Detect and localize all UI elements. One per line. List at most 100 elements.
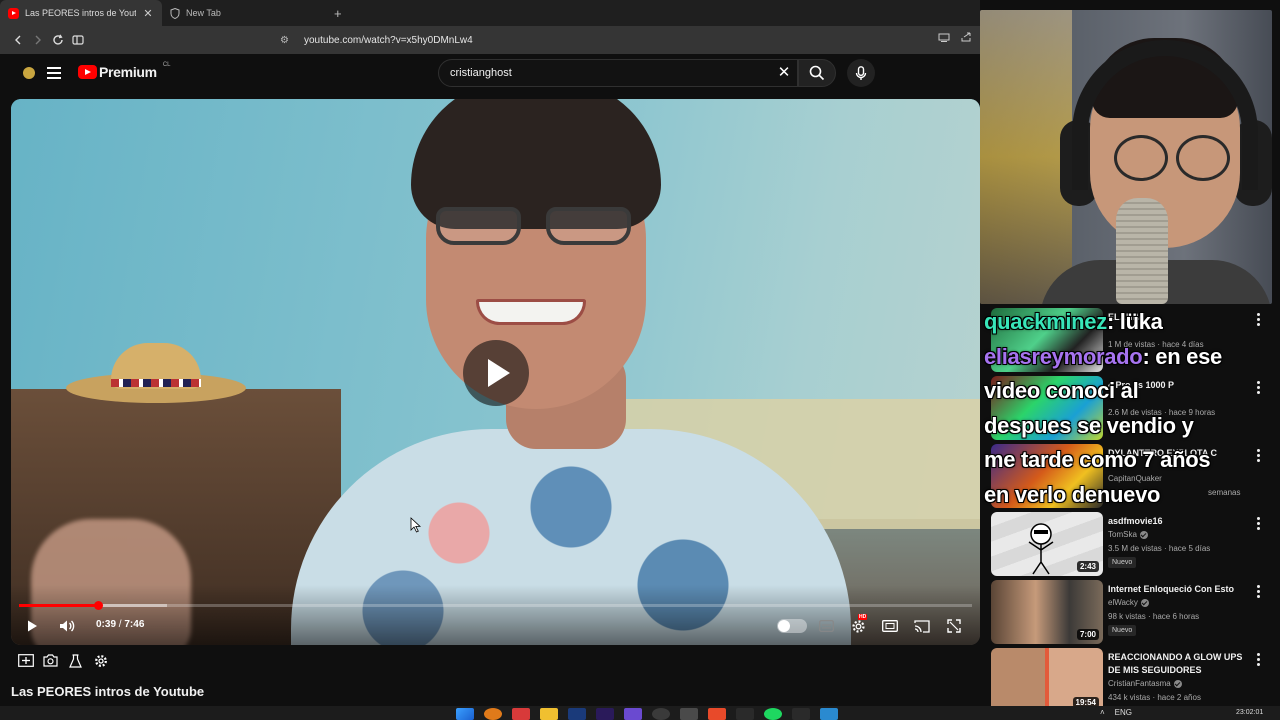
channel-name: elWacky [1108,598,1149,607]
search-button[interactable] [798,59,836,87]
tab-new-tab[interactable]: New Tab [162,0,324,26]
app-icon[interactable] [736,708,754,720]
menu-icon[interactable] [47,67,61,79]
country-code: CL [162,62,171,68]
reader-mode-icon[interactable] [938,31,950,43]
chat-username: quackminez [984,309,1107,334]
recommendation-meta: 98 k vistas · hace 6 horas [1108,612,1200,621]
address-bar-actions [938,31,972,43]
duration-badge: 7:00 [1076,629,1099,640]
chat-separator: : [1106,309,1114,334]
photoshop-icon[interactable] [568,708,586,720]
recommendation-title[interactable]: REACCIONANDO A GLOW UPS DE MIS SEGUIDORE… [1108,651,1256,677]
video-thumbnail[interactable]: 7:00 [991,580,1103,644]
screenshot-button[interactable] [42,652,59,669]
experiments-button[interactable] [67,652,84,669]
video-thumbnail[interactable]: 2:43 [991,512,1103,576]
play-button[interactable] [20,614,44,638]
fullscreen-button[interactable] [942,614,966,638]
premiere-icon[interactable] [596,708,614,720]
chat-message: lüka [1113,309,1163,334]
obs-icon[interactable] [652,708,670,720]
chat-line: quackminez: lüka [984,305,1276,340]
forward-icon[interactable] [28,30,48,50]
progress-bar[interactable] [19,601,972,610]
add-to-playlist-button[interactable] [17,652,34,669]
browser-tab-strip: Las PEORES intros de Youtube - ✕ New Tab… [0,0,980,26]
channel-label: TomSka [1108,530,1137,539]
search-app-icon[interactable] [484,708,502,720]
time-display: 0:39 / 7:46 [96,619,144,630]
app-icon[interactable] [792,708,810,720]
settings-button[interactable]: HD [846,614,870,638]
back-icon[interactable] [8,30,28,50]
avatar[interactable] [23,67,35,79]
stream-chat-overlay: quackminez: lüka eliasreymorado: en ese … [984,305,1276,512]
gear-icon [94,654,107,667]
clock: 23:02:01 [1236,709,1264,716]
app-icon[interactable] [680,708,698,720]
chat-message: en ese [1149,343,1222,369]
recommendation-title[interactable]: Internet Enloqueció Con Esto [1108,583,1256,596]
verified-icon [1140,598,1149,607]
recommendation-item[interactable]: 2:43 asdfmovie16 TomSka 3.5 M de vistas … [991,512,1271,576]
below-player-actions [17,652,109,669]
fullscreen-icon [947,619,961,633]
video-player[interactable]: 0:39 / 7:46 HD [11,99,980,645]
tray-chevron-icon[interactable]: ˄ [1100,708,1105,717]
more-options-icon[interactable] [1255,585,1261,599]
tab-title: Las PEORES intros de Youtube - [25,8,136,18]
reload-icon[interactable] [48,30,68,50]
shield-icon [170,7,180,19]
browser-toolbar: ⚙ youtube.com/watch?v=x5hy0DMnLw4 [0,26,980,54]
chat-line: me tarde como 7 años [984,447,1211,472]
site-info-icon[interactable]: ⚙ [280,35,294,46]
sidebar-toggle-icon[interactable] [68,30,88,50]
mute-button[interactable] [55,614,79,638]
clear-search-icon[interactable]: ✕ [776,65,792,81]
app-icon[interactable] [820,708,838,720]
video-thumbnail[interactable]: 19:54 [991,648,1103,712]
played-bar [19,604,99,607]
recommendation-title[interactable]: asdfmovie16 [1108,515,1256,528]
tab-youtube[interactable]: Las PEORES intros de Youtube - ✕ [0,0,162,26]
miniplayer-icon [882,620,898,632]
recommendation-item[interactable]: 19:54 REACCIONANDO A GLOW UPS DE MIS SEG… [991,648,1271,712]
voice-search-button[interactable] [847,59,875,87]
chat-line: video conoci al [984,378,1139,403]
cast-icon [914,619,930,633]
settings-gear-icon [851,619,865,633]
extension-settings-button[interactable] [92,652,109,669]
channel-label: CristianFantasma [1108,679,1171,688]
share-icon[interactable] [960,31,972,43]
new-tab-button[interactable]: + [324,0,352,26]
new-badge: Nuevo [1108,625,1137,636]
chat-line: eliasreymorado: en ese [984,340,1276,375]
language-indicator[interactable]: ENG [1115,708,1132,717]
recommendation-item[interactable]: 7:00 Internet Enloqueció Con Esto elWack… [991,580,1271,644]
volume-icon [59,620,74,632]
subtitles-button[interactable] [814,614,838,638]
playlist-add-icon [17,654,34,667]
more-options-icon[interactable] [1255,653,1261,667]
windows-start-icon[interactable] [456,708,474,720]
app-icon[interactable] [624,708,642,720]
verified-icon [1139,530,1148,539]
youtube-favicon-icon [8,7,19,19]
autoplay-toggle[interactable] [777,619,807,633]
theater-mode-button[interactable] [878,614,902,638]
cast-button[interactable] [910,614,934,638]
address-bar[interactable]: ⚙ youtube.com/watch?v=x5hy0DMnLw4 [280,29,974,51]
subtitles-icon [818,620,834,632]
mouse-cursor-icon [410,517,422,533]
file-explorer-icon[interactable] [540,708,558,720]
close-tab-icon[interactable]: ✕ [142,7,154,20]
spotify-icon[interactable] [764,708,782,720]
youtube-logo[interactable]: Premium CL [78,62,171,80]
new-badge: Nuevo [1108,557,1137,568]
search-input[interactable]: cristianghost [438,59,798,87]
app-icon[interactable] [512,708,530,720]
browser-icon[interactable] [708,708,726,720]
more-options-icon[interactable] [1255,517,1261,531]
center-play-button[interactable] [463,340,529,406]
